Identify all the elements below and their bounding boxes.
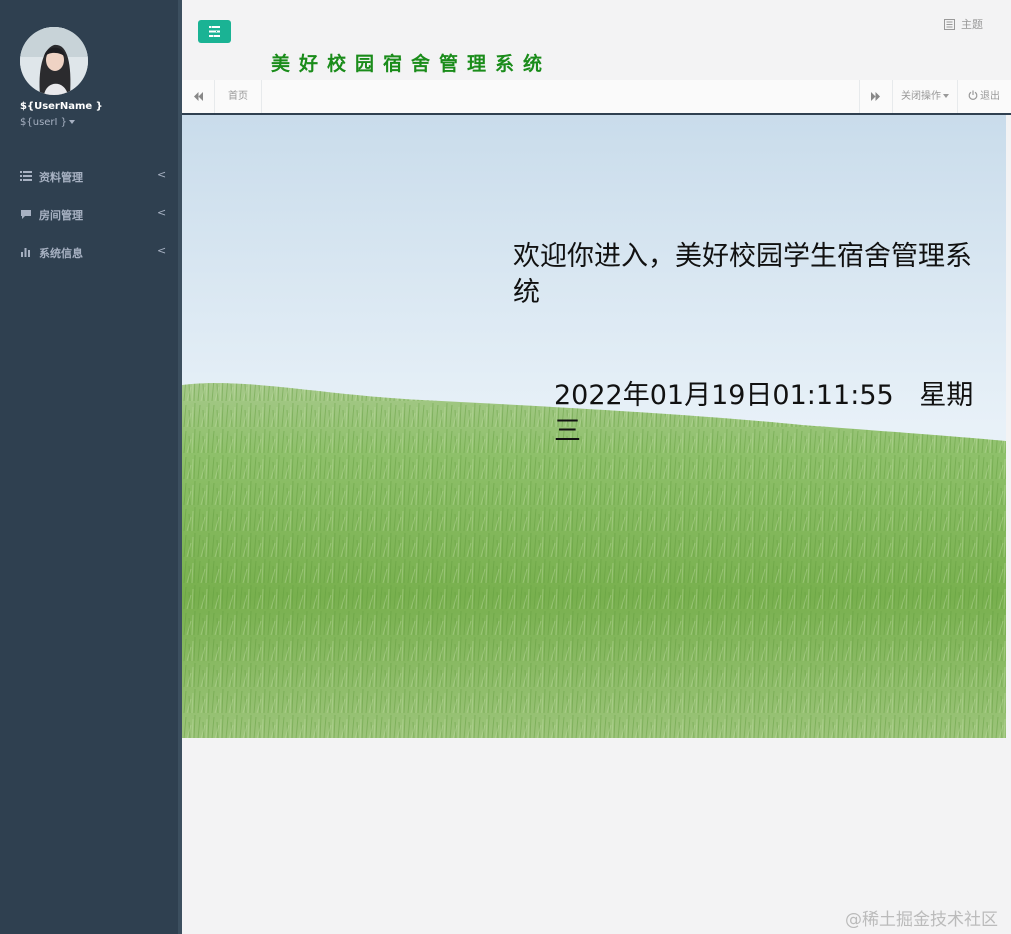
user-role-dropdown[interactable]: ${userI } <box>20 117 76 128</box>
logout-label: 退出 <box>980 91 1000 102</box>
user-role-label: ${userI } <box>20 117 68 128</box>
user-name: ${UserName } <box>20 101 103 112</box>
page-title: 美好校园宿舍管理系统 <box>271 53 552 75</box>
bar-chart-icon <box>21 248 30 257</box>
sidebar-item-label: 房间管理 <box>39 209 83 222</box>
datetime-display: 2022年01月19日01:11:55 星期三 <box>554 380 974 447</box>
watermark: @稀土掘金技术社区 <box>845 910 998 930</box>
sidebar-item-rooms[interactable]: 房间管理 < <box>0 199 178 229</box>
theme-label: 主题 <box>961 18 983 31</box>
tab-scroll-right-button[interactable] <box>859 80 892 113</box>
top-header: 美好校园宿舍管理系统 主题 <box>182 0 1011 80</box>
sidebar-item-profile[interactable]: 资料管理 < <box>0 161 178 191</box>
theme-button[interactable]: 主题 <box>944 16 983 32</box>
menu-toggle-button[interactable] <box>198 20 231 43</box>
content-frame: 欢迎你进入，美好校园学生宿舍管理系统 2022年01月19日01:11:55 星… <box>182 115 1006 738</box>
caret-down-icon <box>69 120 76 124</box>
sidebar: ${UserName } ${userI } 资料管理 < 房间管理 < 系统信… <box>0 0 178 934</box>
tab-bar: 首页 关闭操作 退出 <box>182 80 1011 115</box>
comment-icon <box>21 210 31 219</box>
sidebar-item-system-info[interactable]: 系统信息 < <box>0 237 178 267</box>
chevron-left-icon: < <box>157 206 167 219</box>
theme-icon <box>944 19 955 30</box>
sidebar-item-label: 资料管理 <box>39 171 83 184</box>
chevron-left-icon: < <box>157 244 167 257</box>
tab-home[interactable]: 首页 <box>215 80 262 113</box>
sidebar-item-label: 系统信息 <box>39 247 83 260</box>
power-icon <box>968 90 978 100</box>
list-icon <box>20 171 32 181</box>
caret-down-icon <box>943 94 949 98</box>
welcome-message: 欢迎你进入，美好校园学生宿舍管理系统 <box>513 241 972 308</box>
logout-button[interactable]: 退出 <box>957 80 1010 113</box>
backward-icon <box>194 92 203 101</box>
close-operations-label: 关闭操作 <box>901 91 941 102</box>
tab-scroll-left-button[interactable] <box>182 80 215 113</box>
avatar[interactable] <box>20 27 88 95</box>
forward-icon <box>871 92 880 101</box>
menu-toggle-icon <box>209 26 220 37</box>
close-operations-dropdown[interactable]: 关闭操作 <box>892 80 957 113</box>
chevron-left-icon: < <box>157 168 167 181</box>
